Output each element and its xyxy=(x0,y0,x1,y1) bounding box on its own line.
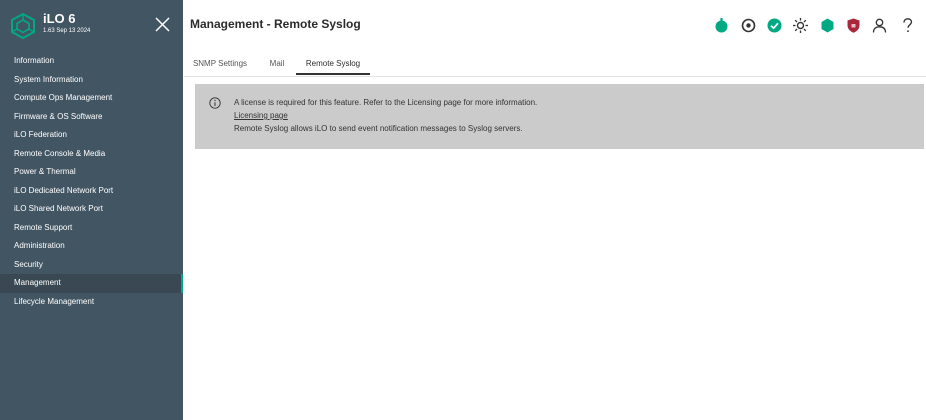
tab-remote-syslog[interactable]: Remote Syslog xyxy=(296,54,370,75)
tab-bar: SNMP Settings Mail Remote Syslog xyxy=(184,54,926,77)
page-title: Management - Remote Syslog xyxy=(190,17,361,31)
sidebar-item-system-information[interactable]: System Information xyxy=(0,71,183,90)
brand-header: iLO 6 1.63 Sep 13 2024 xyxy=(0,0,183,50)
sidebar-item-lifecycle-management[interactable]: Lifecycle Management xyxy=(0,293,183,312)
firmware-version: 1.63 Sep 13 2024 xyxy=(43,28,91,34)
feature-description: Remote Syslog allows iLO to send event n… xyxy=(234,124,523,133)
security-shield-icon[interactable] xyxy=(844,16,863,35)
uid-light-icon[interactable] xyxy=(791,16,810,35)
license-message: A license is required for this feature. … xyxy=(234,98,538,107)
sidebar-nav: Information System Information Compute O… xyxy=(0,52,183,311)
target-icon[interactable] xyxy=(739,16,758,35)
tab-mail[interactable]: Mail xyxy=(264,54,290,75)
sidebar-item-firmware-os-software[interactable]: Firmware & OS Software xyxy=(0,108,183,127)
tab-snmp-settings[interactable]: SNMP Settings xyxy=(190,54,250,75)
license-notice: A license is required for this feature. … xyxy=(195,84,924,149)
help-icon[interactable] xyxy=(898,16,917,35)
sidebar-item-ilo-shared-network-port[interactable]: iLO Shared Network Port xyxy=(0,200,183,219)
hexagon-status-icon[interactable] xyxy=(818,16,837,35)
health-check-icon[interactable] xyxy=(765,16,784,35)
info-icon xyxy=(209,97,221,109)
sidebar: iLO 6 1.63 Sep 13 2024 Information Syste… xyxy=(0,0,183,420)
sidebar-item-security[interactable]: Security xyxy=(0,256,183,275)
sidebar-item-management[interactable]: Management xyxy=(0,274,183,293)
close-icon[interactable] xyxy=(154,16,171,33)
sidebar-item-ilo-dedicated-network-port[interactable]: iLO Dedicated Network Port xyxy=(0,182,183,201)
sidebar-item-compute-ops-management[interactable]: Compute Ops Management xyxy=(0,89,183,108)
hpe-ilo-logo-icon xyxy=(11,12,35,40)
brand-name: iLO 6 xyxy=(43,11,76,26)
licensing-page-link[interactable]: Licensing page xyxy=(234,111,288,120)
sidebar-item-administration[interactable]: Administration xyxy=(0,237,183,256)
sidebar-item-ilo-federation[interactable]: iLO Federation xyxy=(0,126,183,145)
sidebar-item-remote-console-media[interactable]: Remote Console & Media xyxy=(0,145,183,164)
sidebar-item-information[interactable]: Information xyxy=(0,52,183,71)
sidebar-item-remote-support[interactable]: Remote Support xyxy=(0,219,183,238)
sidebar-item-power-thermal[interactable]: Power & Thermal xyxy=(0,163,183,182)
power-icon[interactable] xyxy=(712,16,731,35)
user-icon[interactable] xyxy=(870,16,889,35)
